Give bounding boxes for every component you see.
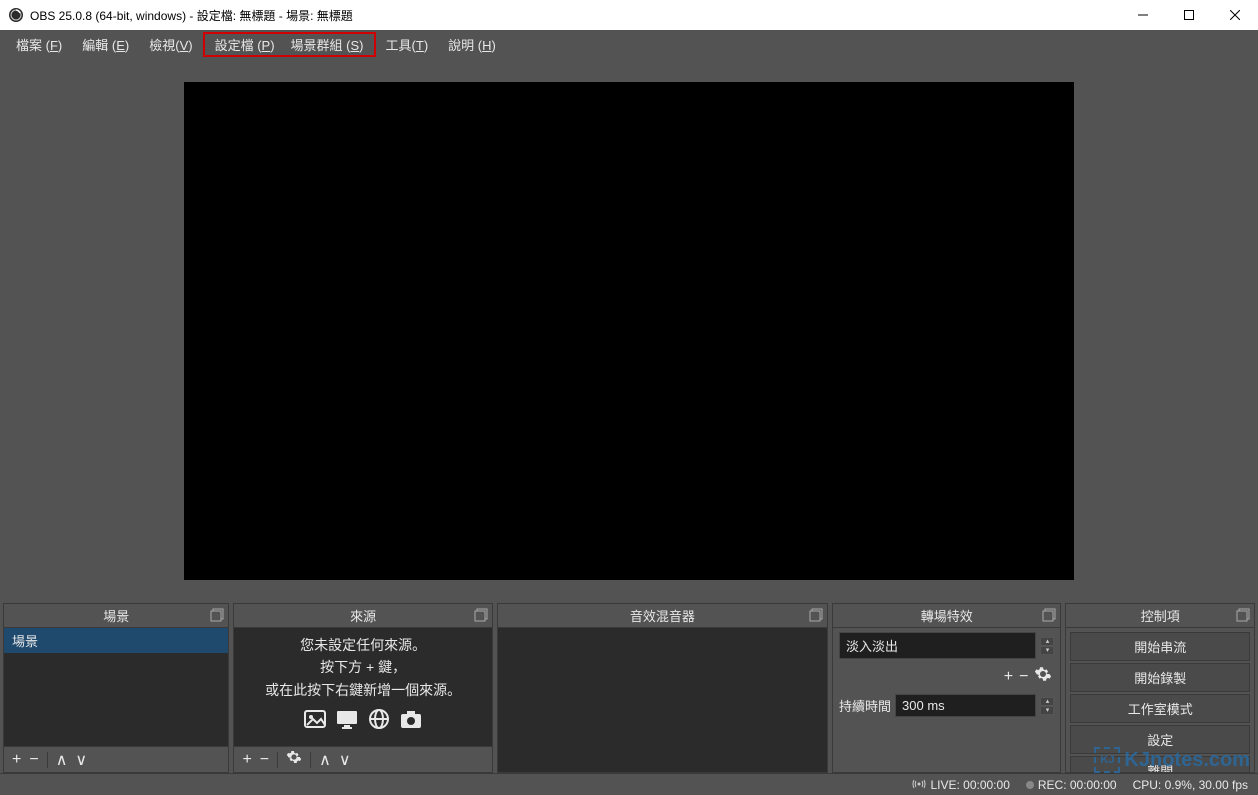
start-recording-button[interactable]: 開始錄製 (1070, 663, 1250, 692)
dock-controls: 控制項 開始串流 開始錄製 工作室模式 設定 離開 (1065, 603, 1255, 773)
dock-scenes-header: 場景 (4, 604, 228, 628)
image-source-icon (303, 707, 327, 737)
status-cpu: CPU: 0.9%, 30.00 fps (1133, 778, 1248, 792)
sources-empty-line: 或在此按下右鍵新增一個來源。 (234, 679, 491, 701)
separator (277, 752, 278, 768)
sources-list[interactable]: 您未設定任何來源。 按下方 + 鍵， 或在此按下右鍵新增一個來源。 (234, 628, 491, 746)
dock-transitions: 轉場特效 淡入淡出 ▴▾ + − 持續時間 300 ms (832, 603, 1061, 773)
maximize-button[interactable] (1166, 0, 1212, 30)
settings-button[interactable]: 設定 (1070, 725, 1250, 754)
add-transition-button[interactable]: + (1004, 668, 1013, 686)
transition-select-spinner[interactable]: ▴▾ (1040, 637, 1054, 655)
controls-body: 開始串流 開始錄製 工作室模式 設定 離開 (1066, 628, 1254, 772)
menu-file[interactable]: 檔案 (F) (6, 32, 72, 57)
dock-sources-header: 來源 (234, 604, 491, 628)
menubar: 檔案 (F) 編輯 (E) 檢視(V) 設定檔 (P) 場景群組 (S) 工具(… (0, 30, 1258, 58)
sources-empty-message: 您未設定任何來源。 按下方 + 鍵， 或在此按下右鍵新增一個來源。 (234, 628, 491, 738)
dock-mixer: 音效混音器 (497, 603, 828, 773)
mixer-body[interactable] (498, 628, 827, 772)
scenes-list[interactable]: 場景 (4, 628, 228, 746)
dock-mixer-header: 音效混音器 (498, 604, 827, 628)
dock-scenes-title: 場景 (103, 606, 129, 625)
duration-label: 持續時間 (839, 696, 891, 715)
sources-empty-line: 您未設定任何來源。 (234, 634, 491, 656)
status-rec-text: REC: 00:00:00 (1038, 778, 1117, 792)
menu-edit[interactable]: 編輯 (E) (72, 32, 139, 57)
preview-area (0, 58, 1258, 603)
record-dot-icon (1026, 781, 1034, 789)
dock-sources-title: 來源 (350, 606, 376, 625)
broadcast-icon (912, 778, 926, 792)
popout-icon[interactable] (210, 608, 224, 622)
menu-view[interactable]: 檢視(V) (139, 32, 202, 57)
dock-transitions-title: 轉場特效 (921, 606, 973, 625)
add-scene-button[interactable]: + (12, 751, 21, 769)
obs-app-icon (8, 7, 24, 23)
sources-hint-icons (234, 707, 491, 737)
sources-toolbar: + − ∧ ∨ (234, 746, 491, 772)
window-title: OBS 25.0.8 (64-bit, windows) - 設定檔: 無標題 … (30, 7, 1120, 24)
menu-scene-collection[interactable]: 場景群組 (S) (283, 34, 372, 55)
dock-sources: 來源 您未設定任何來源。 按下方 + 鍵， 或在此按下右鍵新增一個來源。 (233, 603, 492, 773)
transition-properties-button[interactable] (1034, 665, 1052, 688)
dock-controls-title: 控制項 (1141, 606, 1180, 625)
remove-source-button[interactable]: − (260, 751, 269, 769)
separator (310, 752, 311, 768)
camera-source-icon (399, 707, 423, 737)
minimize-button[interactable] (1120, 0, 1166, 30)
popout-icon[interactable] (809, 608, 823, 622)
status-live-text: LIVE: 00:00:00 (930, 778, 1009, 792)
start-streaming-button[interactable]: 開始串流 (1070, 632, 1250, 661)
transitions-body: 淡入淡出 ▴▾ + − 持續時間 300 ms ▴▾ (833, 628, 1060, 772)
move-source-up-button[interactable]: ∧ (319, 750, 331, 770)
move-source-down-button[interactable]: ∨ (339, 750, 351, 770)
status-rec: REC: 00:00:00 (1026, 778, 1117, 792)
add-source-button[interactable]: + (242, 751, 251, 769)
move-scene-down-button[interactable]: ∨ (75, 750, 87, 770)
duration-spinner[interactable]: ▴▾ (1040, 697, 1054, 715)
display-source-icon (335, 707, 359, 737)
scenes-toolbar: + − ∧ ∨ (4, 746, 228, 772)
move-scene-up-button[interactable]: ∧ (56, 750, 68, 770)
duration-input[interactable]: 300 ms (895, 694, 1036, 717)
window-titlebar: OBS 25.0.8 (64-bit, windows) - 設定檔: 無標題 … (0, 0, 1258, 30)
popout-icon[interactable] (1042, 608, 1056, 622)
status-cpu-text: CPU: 0.9%, 30.00 fps (1133, 778, 1248, 792)
window-controls (1120, 0, 1258, 30)
separator (47, 752, 48, 768)
menu-profile[interactable]: 設定檔 (P) (207, 34, 283, 55)
dock-transitions-header: 轉場特效 (833, 604, 1060, 628)
remove-transition-button[interactable]: − (1019, 668, 1028, 686)
transition-select[interactable]: 淡入淡出 (839, 632, 1036, 659)
remove-scene-button[interactable]: − (29, 751, 38, 769)
statusbar: LIVE: 00:00:00 REC: 00:00:00 CPU: 0.9%, … (0, 773, 1258, 795)
dock-mixer-title: 音效混音器 (630, 606, 695, 625)
sources-empty-line: 按下方 + 鍵， (234, 656, 491, 678)
exit-button[interactable]: 離開 (1070, 756, 1250, 772)
close-button[interactable] (1212, 0, 1258, 30)
preview-canvas[interactable] (184, 82, 1074, 580)
globe-source-icon (367, 707, 391, 737)
scene-item[interactable]: 場景 (4, 628, 228, 653)
popout-icon[interactable] (474, 608, 488, 622)
studio-mode-button[interactable]: 工作室模式 (1070, 694, 1250, 723)
source-properties-button[interactable] (286, 749, 302, 770)
dock-row: 場景 場景 + − ∧ ∨ 來源 您未設定任何來源。 (0, 603, 1258, 773)
menu-highlight-box: 設定檔 (P) 場景群組 (S) (203, 32, 376, 57)
menu-help[interactable]: 說明 (H) (438, 32, 506, 57)
popout-icon[interactable] (1236, 608, 1250, 622)
dock-controls-header: 控制項 (1066, 604, 1254, 628)
dock-scenes: 場景 場景 + − ∧ ∨ (3, 603, 229, 773)
status-live: LIVE: 00:00:00 (912, 778, 1009, 792)
menu-tools[interactable]: 工具(T) (376, 32, 439, 57)
